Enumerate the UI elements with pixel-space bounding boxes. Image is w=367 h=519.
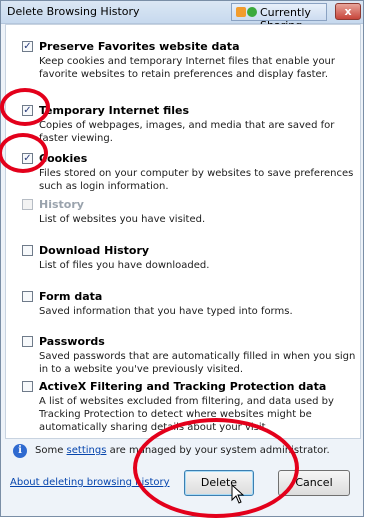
option-title: History [39, 198, 84, 211]
close-icon: x [344, 5, 352, 18]
checkbox-passwords[interactable] [22, 336, 33, 347]
dialog-footer: About deleting browsing history Delete C… [1, 467, 363, 507]
option-title: Cookies [39, 152, 88, 165]
option-title: Form data [39, 290, 103, 303]
option-description: Keep cookies and temporary Internet file… [39, 56, 336, 80]
checkbox-form-data[interactable] [22, 291, 33, 302]
cancel-button[interactable]: Cancel [278, 470, 350, 496]
delete-browsing-history-dialog: Delete Browsing History Currently Sharin… [0, 0, 364, 517]
about-deleting-history-link[interactable]: About deleting browsing history [10, 477, 170, 488]
checkbox-preserve-favorites[interactable]: ✓ [22, 41, 33, 52]
checkbox-activex-tracking-protection[interactable] [22, 381, 33, 392]
info-prefix: Some [35, 445, 67, 456]
close-button[interactable]: x [335, 3, 361, 20]
option-title: ActiveX Filtering and Tracking Protectio… [39, 380, 327, 393]
checkbox-history [22, 199, 33, 210]
info-suffix: are managed by your system administrator… [106, 445, 330, 456]
options-panel: ✓ Preserve Favorites website data Keep c… [5, 24, 361, 439]
option-description: A list of websites excluded from filteri… [39, 396, 334, 433]
sharing-icon [236, 7, 246, 17]
option-title: Temporary Internet files [39, 104, 190, 117]
option-description: Saved passwords that are automatically f… [39, 351, 356, 375]
option-description: List of websites you have visited. [39, 214, 206, 225]
checkbox-cookies[interactable]: ✓ [22, 153, 33, 164]
currently-sharing-button[interactable]: Currently Sharing [231, 3, 327, 32]
admin-info-text: Some settings are managed by your system… [35, 445, 330, 456]
checkbox-download-history[interactable] [22, 245, 33, 256]
option-description: Saved information that you have typed in… [39, 306, 293, 317]
option-title: Download History [39, 244, 150, 257]
option-description: Copies of webpages, images, and media th… [39, 120, 335, 144]
window-title: Delete Browsing History [7, 5, 140, 18]
option-description: List of files you have downloaded. [39, 260, 210, 271]
title-bar: Delete Browsing History Currently Sharin… [1, 1, 363, 32]
option-description: Files stored on your computer by website… [39, 168, 354, 192]
sharing-status-icon [247, 7, 257, 17]
checkbox-temporary-internet-files[interactable]: ✓ [22, 105, 33, 116]
info-icon: i [13, 444, 27, 458]
mouse-pointer-icon [231, 484, 245, 504]
settings-link[interactable]: settings [67, 445, 107, 456]
option-title: Passwords [39, 335, 105, 348]
option-title: Preserve Favorites website data [39, 40, 240, 53]
admin-info-bar: i Some settings are managed by your syst… [5, 441, 361, 463]
